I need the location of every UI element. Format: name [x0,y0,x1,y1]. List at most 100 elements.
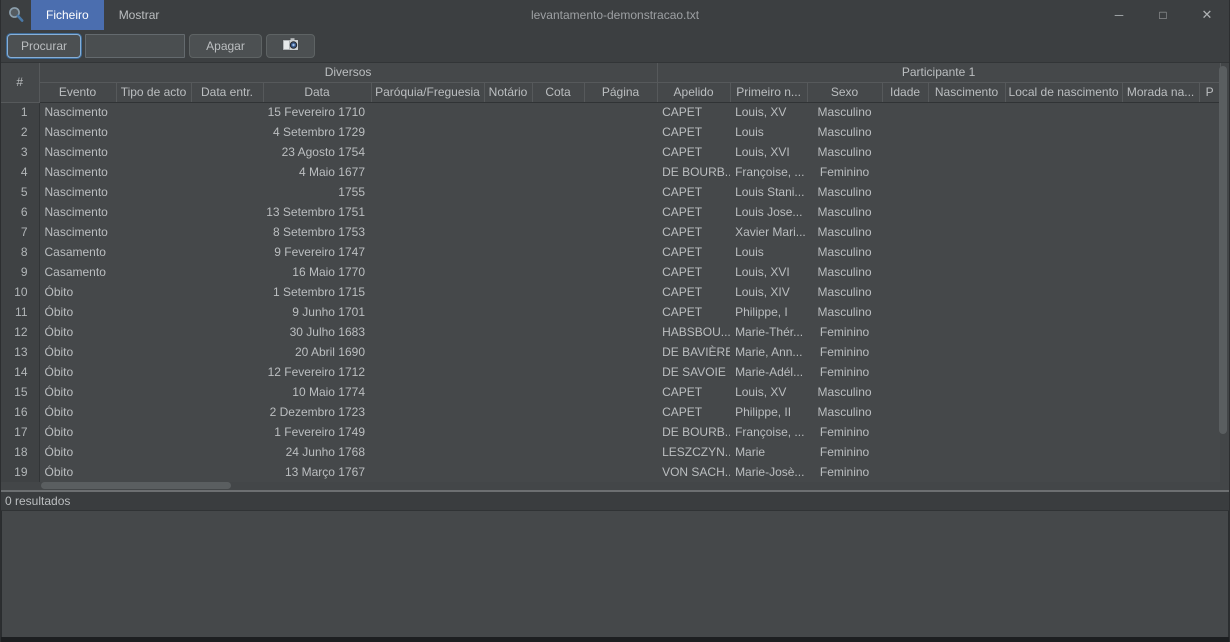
table-cell-morada [1122,302,1199,322]
column-header-notario[interactable]: Notário [484,82,532,102]
table-cell-num: 6 [1,202,39,222]
table-row[interactable]: 6Nascimento13 Setembro 1751CAPETLouis Jo… [1,202,1220,222]
column-header-num[interactable]: # [1,63,39,102]
table-cell-apelido: VON SACH... [657,462,730,482]
column-header-evento[interactable]: Evento [39,82,116,102]
table-cell-num: 8 [1,242,39,262]
table-cell-p [1199,422,1220,442]
column-header-pagina[interactable]: Página [584,82,657,102]
table-cell-evento: Nascimento [39,122,116,142]
table-row[interactable]: 5Nascimento1755CAPETLouis Stani...Mascul… [1,182,1220,202]
column-header-data[interactable]: Data [263,82,371,102]
column-header-p[interactable]: P [1199,82,1220,102]
table-cell-evento: Óbito [39,442,116,462]
table-cell-p [1199,142,1220,162]
table-row[interactable]: 7Nascimento8 Setembro 1753CAPETXavier Ma… [1,222,1220,242]
table-cell-paroquia [371,462,484,482]
table-cell-cota [532,422,584,442]
column-header-tipo_acto[interactable]: Tipo de acto [116,82,191,102]
table-cell-primeiro_nome: Françoise, ... [730,162,807,182]
table-cell-sexo: Feminino [807,442,882,462]
table-cell-apelido: HABSBOU... [657,322,730,342]
menu-mostrar[interactable]: Mostrar [104,0,175,30]
table-cell-paroquia [371,362,484,382]
vertical-scrollbar-thumb[interactable] [1219,66,1227,434]
maximize-button[interactable]: □ [1141,0,1185,30]
table-cell-data: 2 Dezembro 1723 [263,402,371,422]
column-header-nascimento[interactable]: Nascimento [928,82,1005,102]
camera-button[interactable] [266,34,315,58]
table-cell-data: 30 Julho 1683 [263,322,371,342]
table-cell-paroquia [371,162,484,182]
table-cell-notario [484,422,532,442]
window-controls: ─ □ ✕ [1097,0,1229,30]
vertical-scrollbar[interactable] [1219,65,1228,483]
table-cell-local_nascimento [1005,122,1122,142]
table-row[interactable]: 19Óbito13 Março 1767VON SACH...Marie-Jos… [1,462,1220,482]
table-row[interactable]: 2Nascimento4 Setembro 1729CAPETLouisMasc… [1,122,1220,142]
column-header-data_entr[interactable]: Data entr. [191,82,263,102]
column-header-idade[interactable]: Idade [882,82,928,102]
apagar-button[interactable]: Apagar [189,34,262,58]
table-row[interactable]: 4Nascimento4 Maio 1677DE BOURB...Françoi… [1,162,1220,182]
table-cell-idade [882,242,928,262]
horizontal-scrollbar[interactable] [39,482,1209,489]
column-header-morada[interactable]: Morada na... [1122,82,1199,102]
table-row[interactable]: 3Nascimento23 Agosto 1754CAPETLouis, XVI… [1,142,1220,162]
results-panel[interactable] [1,511,1229,637]
table-cell-idade [882,382,928,402]
table-cell-primeiro_nome: Xavier Mari... [730,222,807,242]
table-cell-num: 13 [1,342,39,362]
table-cell-apelido: CAPET [657,262,730,282]
table-row[interactable]: 11Óbito9 Junho 1701CAPETPhilippe, IMascu… [1,302,1220,322]
table-cell-morada [1122,242,1199,262]
table-cell-primeiro_nome: Philippe, I [730,302,807,322]
search-input[interactable] [85,34,185,58]
table-cell-sexo: Feminino [807,342,882,362]
column-header-paroquia[interactable]: Paróquia/Freguesia [371,82,484,102]
table-cell-primeiro_nome: Louis, XV [730,102,807,122]
table-row[interactable]: 14Óbito12 Fevereiro 1712DE SAVOIEMarie-A… [1,362,1220,382]
table-cell-notario [484,262,532,282]
table-cell-data: 13 Março 1767 [263,462,371,482]
table-row[interactable]: 18Óbito24 Junho 1768LESZCZYN...MarieFemi… [1,442,1220,462]
table-cell-cota [532,462,584,482]
table-cell-data: 4 Setembro 1729 [263,122,371,142]
table-cell-notario [484,182,532,202]
table-row[interactable]: 16Óbito2 Dezembro 1723CAPETPhilippe, IIM… [1,402,1220,422]
table-row[interactable]: 9Casamento16 Maio 1770CAPETLouis, XVIMas… [1,262,1220,282]
procurar-button[interactable]: Procurar [7,34,81,58]
table-row[interactable]: 15Óbito10 Maio 1774CAPETLouis, XVMasculi… [1,382,1220,402]
table-row[interactable]: 17Óbito1 Fevereiro 1749DE BOURB...Franço… [1,422,1220,442]
table-cell-pagina [584,262,657,282]
table-cell-p [1199,382,1220,402]
table-cell-idade [882,222,928,242]
column-header-local_nascimento[interactable]: Local de nascimento [1005,82,1122,102]
column-header-sexo[interactable]: Sexo [807,82,882,102]
table-cell-pagina [584,182,657,202]
table-cell-local_nascimento [1005,182,1122,202]
table-cell-notario [484,242,532,262]
table-cell-sexo: Masculino [807,122,882,142]
table-cell-sexo: Feminino [807,162,882,182]
minimize-button[interactable]: ─ [1097,0,1141,30]
table-cell-apelido: CAPET [657,222,730,242]
close-button[interactable]: ✕ [1185,0,1229,30]
table-cell-idade [882,102,928,122]
table-row[interactable]: 10Óbito1 Setembro 1715CAPETLouis, XIVMas… [1,282,1220,302]
table-cell-nascimento [928,342,1005,362]
table-cell-idade [882,122,928,142]
camera-icon [282,38,299,54]
table-cell-morada [1122,222,1199,242]
column-header-apelido[interactable]: Apelido [657,82,730,102]
table-cell-local_nascimento [1005,322,1122,342]
table-row[interactable]: 12Óbito30 Julho 1683HABSBOU...Marie-Thér… [1,322,1220,342]
column-header-cota[interactable]: Cota [532,82,584,102]
horizontal-scrollbar-thumb[interactable] [41,482,231,489]
table-row[interactable]: 1Nascimento15 Fevereiro 1710CAPETLouis, … [1,102,1220,122]
table-row[interactable]: 8Casamento9 Fevereiro 1747CAPETLouisMasc… [1,242,1220,262]
menu-ficheiro[interactable]: Ficheiro [31,0,104,30]
column-header-primeiro_nome[interactable]: Primeiro n... [730,82,807,102]
table-row[interactable]: 13Óbito20 Abril 1690DE BAVIÈREMarie, Ann… [1,342,1220,362]
table-cell-morada [1122,102,1199,122]
